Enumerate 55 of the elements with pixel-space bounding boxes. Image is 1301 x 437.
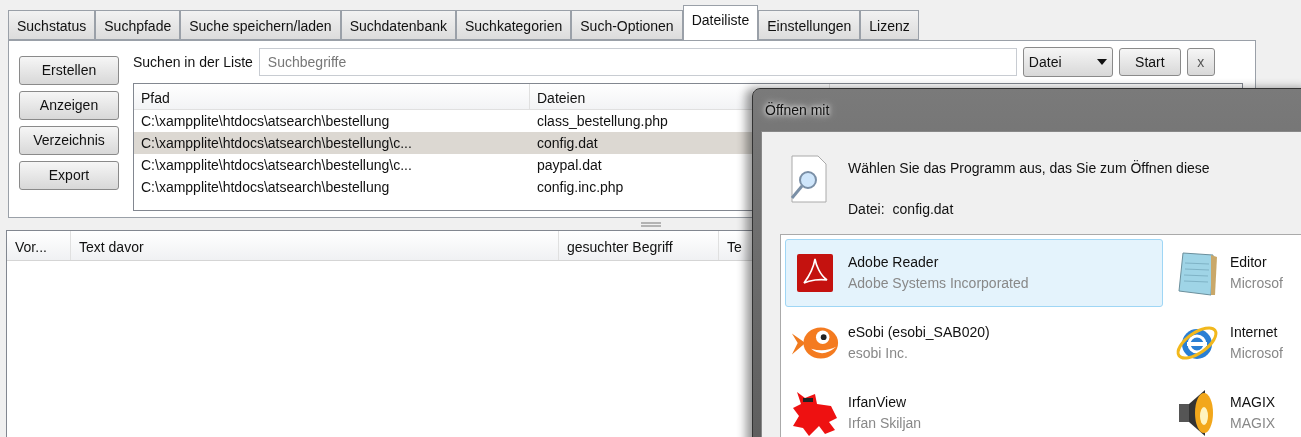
program-item[interactable]: IrfanView Irfan Skiljan (785, 379, 1163, 437)
program-publisher: Microsof (1230, 344, 1283, 363)
side-button[interactable]: Anzeigen (19, 91, 119, 120)
splitter-handle-icon (640, 221, 661, 227)
program-item[interactable]: Editor Microsof (1167, 239, 1301, 307)
program-item[interactable]: eSobi (esobi_SAB020) esobi Inc. (785, 309, 1163, 377)
search-field[interactable]: Suchbegriffe (258, 48, 1017, 76)
file-label: Datei: (848, 200, 885, 219)
table-cell-text: paypal.dat (536, 155, 603, 175)
program-item[interactable]: Internet Microsof (1167, 309, 1301, 377)
table-cell-text: C:\xampplite\htdocs\atsearch\bestellung (140, 111, 391, 131)
table-cell-text: C:\xampplite\htdocs\atsearch\bestellung\c... (140, 133, 413, 153)
table-cell-text: class_bestellung.php (536, 111, 669, 131)
tab[interactable]: Suchstatus (8, 10, 96, 40)
program-item[interactable]: Adobe Reader Adobe Systems Incorporated (785, 239, 1163, 307)
tab[interactable]: Such-Optionen (571, 10, 683, 40)
tab[interactable]: Lizenz (860, 10, 919, 40)
document-icon (796, 253, 834, 293)
program-name: MAGIX (1230, 393, 1276, 412)
program-name: IrfanView (848, 393, 908, 412)
table-cell-text: C:\xampplite\htdocs\atsearch\bestellung\c... (140, 155, 413, 175)
notepad-icon (1175, 249, 1219, 297)
program-name: Adobe Reader (848, 253, 940, 272)
tab[interactable]: Suchdatenbank (340, 10, 456, 40)
file-name: config.dat (892, 200, 954, 219)
dialog-instruction: Wählen Sie das Programm aus, das Sie zum Öffnen diese (848, 159, 1210, 178)
tab[interactable]: Suchpfade (95, 10, 181, 40)
column-header[interactable]: Vor... (7, 231, 71, 260)
scope-dropdown[interactable]: Datei (1022, 47, 1113, 77)
side-button[interactable]: Export (19, 161, 119, 190)
program-publisher: Irfan Skiljan (848, 414, 922, 433)
program-name: Editor (1230, 253, 1268, 272)
table-cell-text: config.inc.php (536, 177, 625, 197)
side-button[interactable]: Verzeichnis (19, 126, 119, 155)
caret-icon (1096, 59, 1107, 65)
program-item[interactable]: MAGIX MAGIX (1167, 379, 1301, 437)
tab[interactable]: Suche speichern/laden (180, 10, 341, 40)
column-header[interactable]: Pfad (134, 84, 530, 109)
program-name: Internet (1230, 323, 1279, 342)
program-publisher: Adobe Systems Incorporated (848, 274, 1029, 293)
program-name: eSobi (esobi_SAB020) (848, 323, 990, 342)
tab[interactable]: Dateiliste (682, 5, 759, 40)
table-cell-text: config.dat (536, 133, 599, 153)
program-publisher: Microsof (1230, 274, 1283, 293)
table-cell-text: C:\xampplite\htdocs\atsearch\bestellung (140, 177, 391, 197)
column-header[interactable]: gesuchter Begriff (559, 231, 719, 260)
side-button[interactable]: Erstellen (19, 56, 119, 85)
search-label: Suchen in der Liste (133, 52, 253, 72)
tab[interactable]: Suchkategorien (455, 10, 572, 40)
program-publisher: MAGIX (1230, 414, 1276, 433)
clear-button[interactable]: x (1186, 48, 1215, 76)
tab[interactable]: Einstellungen (758, 10, 861, 40)
column-header[interactable]: Text davor (71, 231, 559, 260)
start-button[interactable]: Start (1118, 48, 1181, 76)
program-publisher: esobi Inc. (848, 344, 909, 363)
